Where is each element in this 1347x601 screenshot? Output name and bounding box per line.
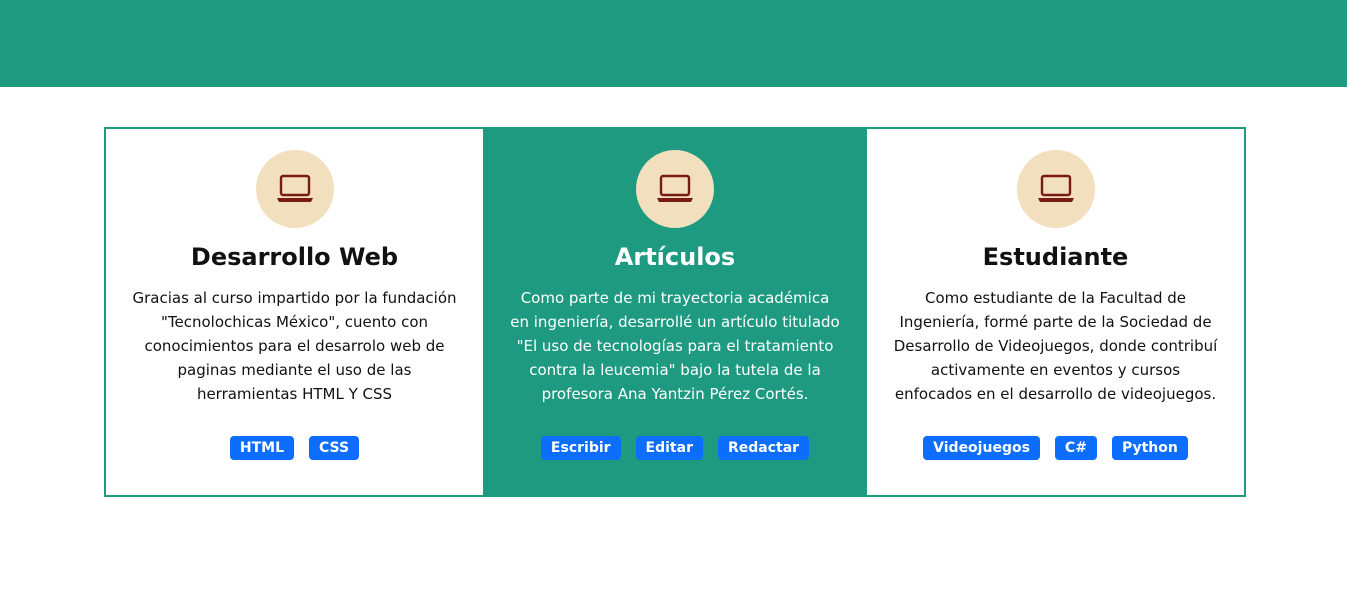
tag-list: Escribir Editar Redactar bbox=[540, 436, 810, 460]
cards-container: Desarrollo Web Gracias al curso impartid… bbox=[104, 127, 1246, 497]
tag-badge[interactable]: Python bbox=[1111, 436, 1188, 460]
icon-circle bbox=[255, 150, 334, 228]
icon-circle bbox=[636, 150, 714, 228]
card-title: Estudiante bbox=[982, 243, 1129, 271]
card-title: Artículos bbox=[614, 243, 736, 271]
tag-badge[interactable]: Escribir bbox=[540, 436, 621, 460]
tag-badge[interactable]: CSS bbox=[309, 436, 360, 460]
laptop-icon bbox=[276, 174, 313, 202]
card-estudiante: Estudiante Como estudiante de la Faculta… bbox=[867, 129, 1244, 495]
card-description: Gracias al curso impartido por la fundac… bbox=[132, 289, 457, 403]
tag-list: HTML CSS bbox=[229, 436, 360, 460]
top-banner bbox=[0, 0, 1347, 87]
tag-badge[interactable]: Redactar bbox=[717, 436, 810, 460]
card-description: Como parte de mi trayectoria académica e… bbox=[510, 289, 840, 403]
tag-badge[interactable]: C# bbox=[1054, 436, 1097, 460]
tag-badge[interactable]: Editar bbox=[635, 436, 703, 460]
icon-circle bbox=[1016, 150, 1095, 228]
card-description: Como estudiante de la Facultad de Ingeni… bbox=[893, 289, 1218, 403]
laptop-icon bbox=[1037, 174, 1074, 202]
card-title: Desarrollo Web bbox=[190, 243, 399, 271]
tag-badge[interactable]: Videojuegos bbox=[923, 436, 1040, 460]
card-desarrollo-web: Desarrollo Web Gracias al curso impartid… bbox=[106, 129, 483, 495]
tag-list: Videojuegos C# Python bbox=[923, 436, 1188, 460]
laptop-icon bbox=[657, 174, 693, 202]
tag-badge[interactable]: HTML bbox=[229, 436, 295, 460]
card-articulos: Artículos Como parte de mi trayectoria a… bbox=[483, 129, 867, 495]
